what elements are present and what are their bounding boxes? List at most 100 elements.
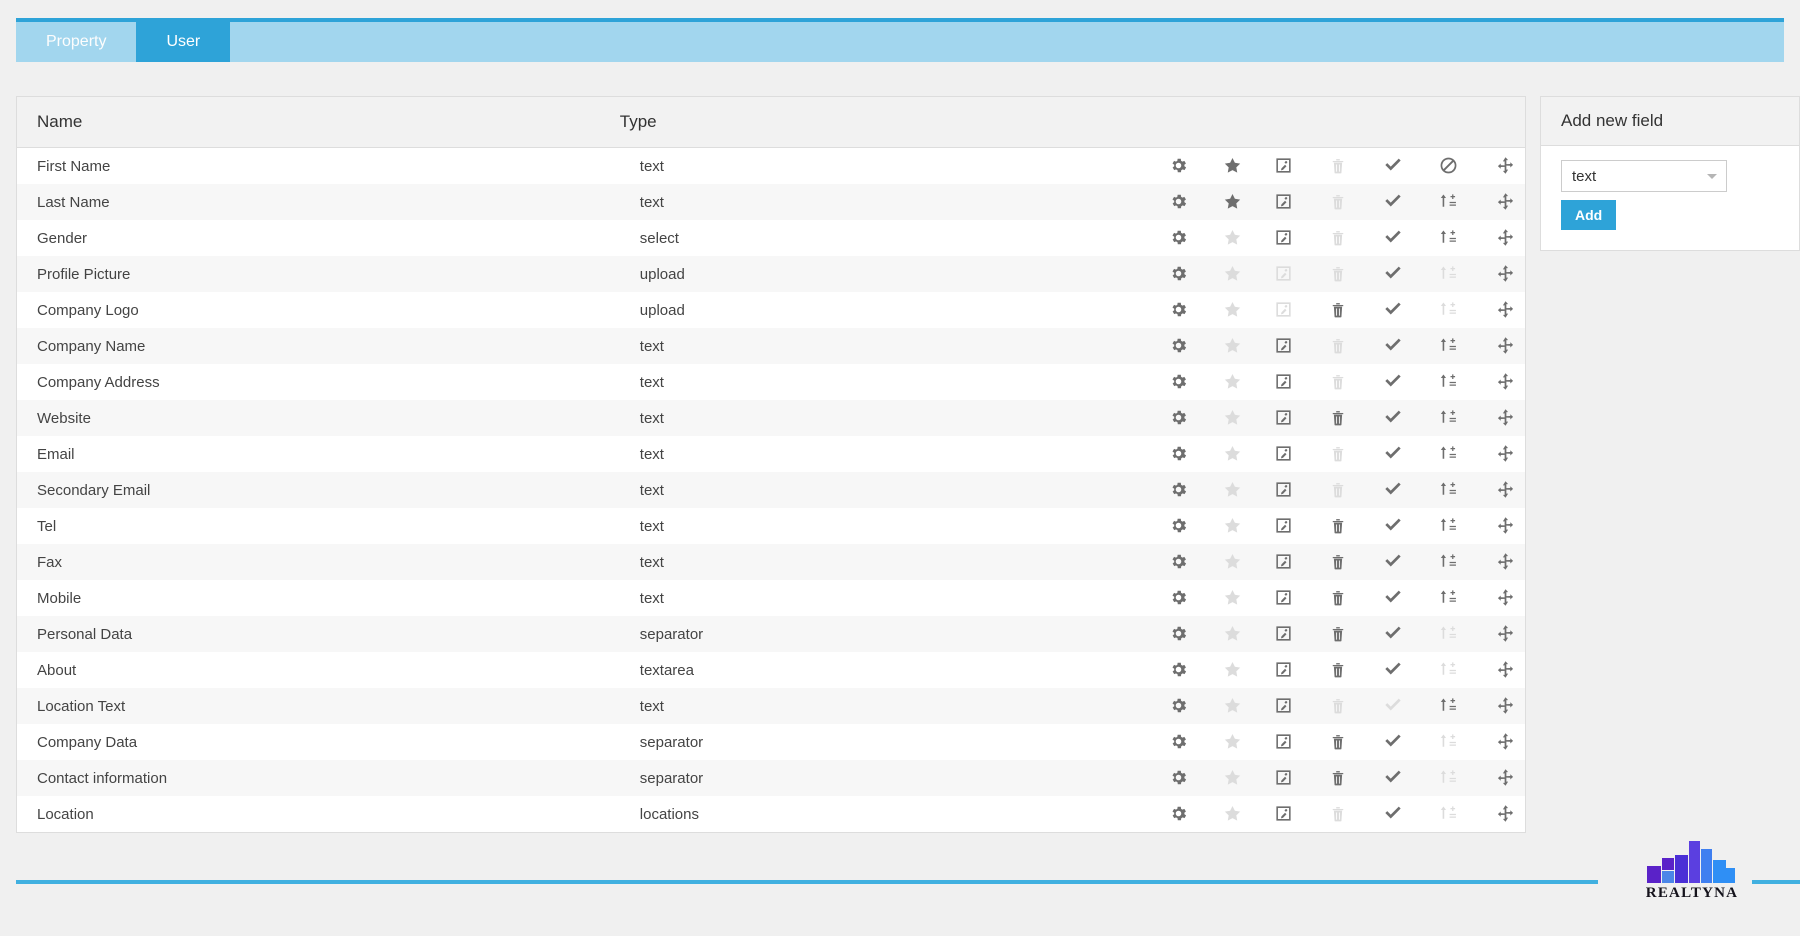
move-icon[interactable]: [1494, 765, 1518, 789]
star-icon[interactable]: [1221, 153, 1245, 177]
trash-icon[interactable]: [1326, 766, 1350, 790]
check-icon[interactable]: [1381, 153, 1405, 177]
trash-icon[interactable]: [1326, 298, 1350, 322]
edit-icon[interactable]: [1272, 477, 1296, 501]
move-icon[interactable]: [1494, 297, 1518, 321]
edit-icon[interactable]: [1272, 549, 1296, 573]
edit-icon[interactable]: [1272, 513, 1296, 537]
move-icon[interactable]: [1494, 441, 1518, 465]
trash-icon[interactable]: [1326, 730, 1350, 754]
move-icon[interactable]: [1494, 693, 1518, 717]
trash-icon[interactable]: [1326, 550, 1350, 574]
ban-icon[interactable]: [1436, 153, 1460, 177]
check-icon[interactable]: [1381, 801, 1405, 825]
move-icon[interactable]: [1494, 513, 1518, 537]
move-icon[interactable]: [1494, 333, 1518, 357]
move-icon[interactable]: [1494, 549, 1518, 573]
edit-icon[interactable]: [1272, 225, 1296, 249]
move-icon[interactable]: [1494, 585, 1518, 609]
star-icon[interactable]: [1221, 189, 1245, 213]
settings-icon[interactable]: [1167, 225, 1191, 249]
sort-icon[interactable]: [1436, 549, 1460, 573]
move-icon[interactable]: [1494, 477, 1518, 501]
check-icon[interactable]: [1381, 549, 1405, 573]
check-icon[interactable]: [1381, 261, 1405, 285]
edit-icon[interactable]: [1272, 441, 1296, 465]
settings-icon[interactable]: [1167, 261, 1191, 285]
trash-icon[interactable]: [1326, 658, 1350, 682]
settings-icon[interactable]: [1167, 297, 1191, 321]
move-icon[interactable]: [1494, 225, 1518, 249]
trash-icon[interactable]: [1326, 586, 1350, 610]
settings-icon[interactable]: [1167, 801, 1191, 825]
sort-icon[interactable]: [1436, 693, 1460, 717]
sort-icon[interactable]: [1436, 369, 1460, 393]
sort-icon[interactable]: [1436, 225, 1460, 249]
check-icon[interactable]: [1381, 585, 1405, 609]
edit-icon[interactable]: [1272, 621, 1296, 645]
edit-icon[interactable]: [1272, 405, 1296, 429]
trash-icon[interactable]: [1326, 622, 1350, 646]
trash-icon[interactable]: [1326, 514, 1350, 538]
settings-icon[interactable]: [1167, 477, 1191, 501]
settings-icon[interactable]: [1167, 549, 1191, 573]
settings-icon[interactable]: [1167, 441, 1191, 465]
field-type-select[interactable]: text: [1561, 160, 1727, 192]
tab-user[interactable]: User: [136, 22, 231, 62]
add-button[interactable]: Add: [1561, 200, 1617, 230]
sort-icon[interactable]: [1436, 333, 1460, 357]
edit-icon[interactable]: [1272, 729, 1296, 753]
edit-icon[interactable]: [1272, 189, 1296, 213]
move-icon[interactable]: [1494, 261, 1518, 285]
edit-icon[interactable]: [1272, 153, 1296, 177]
settings-icon[interactable]: [1167, 153, 1191, 177]
sort-icon[interactable]: [1436, 405, 1460, 429]
move-icon[interactable]: [1494, 369, 1518, 393]
check-icon[interactable]: [1381, 297, 1405, 321]
edit-icon[interactable]: [1272, 369, 1296, 393]
sort-icon[interactable]: [1436, 441, 1460, 465]
move-icon[interactable]: [1494, 153, 1518, 177]
settings-icon[interactable]: [1167, 369, 1191, 393]
check-icon[interactable]: [1381, 621, 1405, 645]
settings-icon[interactable]: [1167, 657, 1191, 681]
settings-icon[interactable]: [1167, 189, 1191, 213]
sort-icon[interactable]: [1436, 513, 1460, 537]
check-icon[interactable]: [1381, 765, 1405, 789]
edit-icon[interactable]: [1272, 333, 1296, 357]
settings-icon[interactable]: [1167, 405, 1191, 429]
check-icon[interactable]: [1381, 405, 1405, 429]
settings-icon[interactable]: [1167, 693, 1191, 717]
move-icon[interactable]: [1494, 189, 1518, 213]
sort-icon[interactable]: [1436, 189, 1460, 213]
tab-property[interactable]: Property: [16, 22, 137, 62]
check-icon[interactable]: [1381, 477, 1405, 501]
edit-icon[interactable]: [1272, 765, 1296, 789]
settings-icon[interactable]: [1167, 513, 1191, 537]
settings-icon[interactable]: [1167, 729, 1191, 753]
check-icon[interactable]: [1381, 513, 1405, 537]
edit-icon[interactable]: [1272, 657, 1296, 681]
check-icon[interactable]: [1381, 225, 1405, 249]
settings-icon[interactable]: [1167, 621, 1191, 645]
check-icon[interactable]: [1381, 333, 1405, 357]
trash-icon[interactable]: [1326, 406, 1350, 430]
check-icon[interactable]: [1381, 369, 1405, 393]
sort-icon[interactable]: [1436, 585, 1460, 609]
settings-icon[interactable]: [1167, 765, 1191, 789]
sort-icon[interactable]: [1436, 477, 1460, 501]
edit-icon[interactable]: [1272, 585, 1296, 609]
move-icon[interactable]: [1494, 621, 1518, 645]
move-icon[interactable]: [1494, 801, 1518, 825]
move-icon[interactable]: [1494, 729, 1518, 753]
edit-icon[interactable]: [1272, 693, 1296, 717]
settings-icon[interactable]: [1167, 333, 1191, 357]
check-icon[interactable]: [1381, 189, 1405, 213]
move-icon[interactable]: [1494, 405, 1518, 429]
check-icon[interactable]: [1381, 729, 1405, 753]
edit-icon[interactable]: [1272, 801, 1296, 825]
settings-icon[interactable]: [1167, 585, 1191, 609]
move-icon[interactable]: [1494, 657, 1518, 681]
check-icon[interactable]: [1381, 657, 1405, 681]
check-icon[interactable]: [1381, 441, 1405, 465]
